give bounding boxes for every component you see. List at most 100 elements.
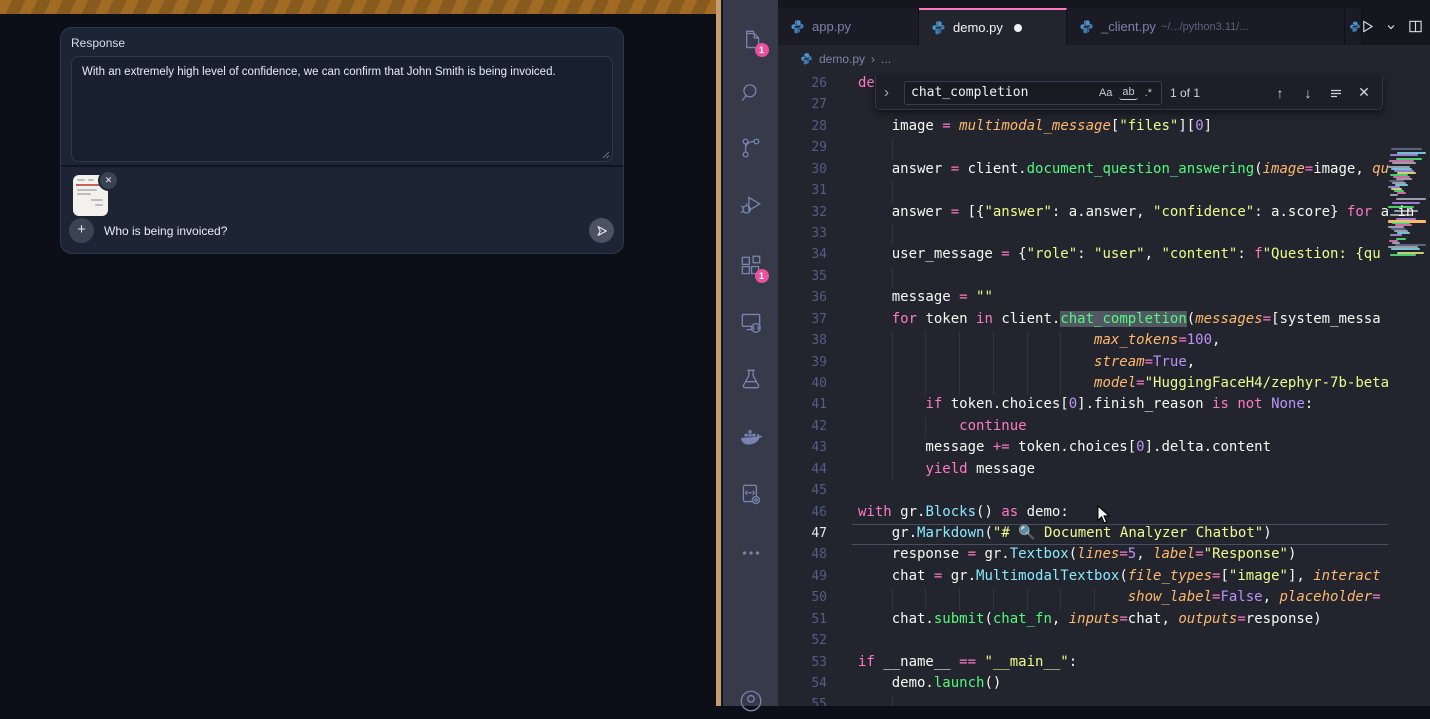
code-line[interactable]: 39 stream=True, — [778, 353, 1430, 374]
line-number[interactable]: 30 — [778, 162, 827, 177]
run-dropdown-button[interactable] — [1384, 16, 1398, 38]
code-line[interactable]: 45 — [778, 481, 1430, 502]
code-line[interactable]: 43 message += token.choices[0].delta.con… — [778, 438, 1430, 459]
line-number[interactable]: 48 — [778, 547, 827, 562]
code-text[interactable]: answer = [{"answer": a.answer, "confiden… — [858, 204, 1414, 220]
code-editor[interactable]: 26def chat_fn(multimodal_message):2728 i… — [778, 72, 1430, 706]
code-text[interactable]: if token.choices[0].finish_reason is not… — [858, 396, 1313, 412]
code-line[interactable]: 29 — [778, 138, 1430, 159]
code-text[interactable]: stream=True, — [858, 354, 1195, 370]
code-line[interactable]: 53 if __name__ == "__main__": — [778, 653, 1430, 674]
breadcrumb-more[interactable]: ... — [881, 52, 891, 66]
line-number[interactable]: 51 — [778, 612, 827, 627]
line-number[interactable]: 53 — [778, 655, 827, 670]
code-line[interactable]: 51 chat.submit(chat_fn, inputs=chat, out… — [778, 610, 1430, 631]
line-number[interactable]: 43 — [778, 440, 827, 455]
run-debug-icon[interactable] — [738, 192, 764, 218]
response-textbox[interactable]: With an extremely high level of confiden… — [71, 56, 613, 162]
code-line[interactable]: 38 max_tokens=100, — [778, 331, 1430, 352]
pane-divider-sash[interactable] — [716, 0, 723, 706]
code-line[interactable]: 49 chat = gr.MultimodalTextbox(file_type… — [778, 567, 1430, 588]
remove-attachment-button[interactable]: ✕ — [98, 170, 119, 191]
code-line[interactable]: 44 yield message — [778, 460, 1430, 481]
tab-demo-py[interactable]: demo.py — [919, 8, 1067, 45]
code-line[interactable]: 41 if token.choices[0].finish_reason is … — [778, 395, 1430, 416]
line-number[interactable]: 42 — [778, 419, 827, 434]
code-text[interactable]: with gr.Blocks() as demo: — [858, 504, 1069, 520]
code-line[interactable]: 33 — [778, 224, 1430, 245]
line-number[interactable]: 46 — [778, 505, 827, 520]
find-query[interactable]: chat_completion — [911, 85, 1092, 100]
remote-explorer-icon[interactable] — [738, 309, 764, 335]
find-previous-button[interactable]: ↑ — [1270, 83, 1290, 103]
line-number[interactable]: 41 — [778, 397, 827, 412]
container-tools-icon[interactable] — [738, 481, 764, 507]
regex-toggle[interactable]: .* — [1142, 86, 1155, 100]
account-icon[interactable] — [738, 688, 764, 714]
line-number[interactable]: 31 — [778, 183, 827, 198]
explorer-icon[interactable]: 1 — [738, 27, 764, 53]
code-line[interactable]: 52 — [778, 631, 1430, 652]
whole-word-toggle[interactable]: ab — [1119, 85, 1137, 100]
line-number[interactable]: 36 — [778, 290, 827, 305]
code-text[interactable]: chat.submit(chat_fn, inputs=chat, output… — [858, 611, 1322, 627]
code-line[interactable]: 31 — [778, 181, 1430, 202]
code-text[interactable]: continue — [858, 418, 1027, 434]
line-number[interactable]: 39 — [778, 355, 827, 370]
line-number[interactable]: 47 — [778, 526, 827, 541]
match-case-toggle[interactable]: Aa — [1096, 86, 1115, 100]
code-line[interactable]: 54 demo.launch() — [778, 674, 1430, 695]
code-line[interactable]: 28 image = multimodal_message["files"][0… — [778, 117, 1430, 138]
code-line[interactable]: 37 for token in client.chat_completion(m… — [778, 310, 1430, 331]
code-line[interactable]: 55 — [778, 695, 1430, 706]
resize-handle-icon[interactable] — [600, 149, 610, 159]
line-number[interactable]: 44 — [778, 462, 827, 477]
tab-client-py[interactable]: _client.py ~/.../python3.11/... — [1067, 8, 1345, 45]
line-number[interactable]: 45 — [778, 483, 827, 498]
code-text[interactable]: max_tokens=100, — [858, 332, 1220, 348]
line-number[interactable]: 32 — [778, 205, 827, 220]
code-text[interactable]: for token in client.chat_completion(mess… — [858, 311, 1381, 327]
code-text[interactable]: gr.Markdown("# 🔍 Document Analyzer Chatb… — [858, 525, 1272, 541]
line-number[interactable]: 52 — [778, 633, 827, 648]
breadcrumb[interactable]: demo.py › ... — [778, 45, 1430, 72]
line-number[interactable]: 35 — [778, 269, 827, 284]
code-line[interactable]: 30 answer = client.document_question_ans… — [778, 160, 1430, 181]
add-file-button[interactable]: + — [69, 218, 94, 243]
line-number[interactable]: 50 — [778, 590, 827, 605]
code-text[interactable]: yield message — [858, 461, 1035, 477]
line-number[interactable]: 34 — [778, 247, 827, 262]
line-number[interactable]: 26 — [778, 76, 827, 91]
code-text[interactable]: if __name__ == "__main__": — [858, 654, 1077, 670]
code-line[interactable]: 48 response = gr.Textbox(lines=5, label=… — [778, 545, 1430, 566]
docker-icon[interactable] — [738, 424, 764, 450]
code-text[interactable]: demo.launch() — [858, 675, 1001, 691]
line-number[interactable]: 37 — [778, 312, 827, 327]
line-number[interactable]: 28 — [778, 119, 827, 134]
send-button[interactable] — [589, 218, 614, 243]
line-number[interactable]: 40 — [778, 376, 827, 391]
code-text[interactable]: answer = client.document_question_answer… — [858, 161, 1389, 177]
code-line[interactable]: 40 model="HuggingFaceH4/zephyr-7b-beta — [778, 374, 1430, 395]
breadcrumb-file[interactable]: demo.py — [819, 52, 865, 66]
testing-flask-icon[interactable] — [738, 366, 764, 392]
source-control-icon[interactable] — [738, 135, 764, 161]
code-line[interactable]: 47 gr.Markdown("# 🔍 Document Analyzer Ch… — [778, 524, 1430, 545]
code-line[interactable]: 32 answer = [{"answer": a.answer, "confi… — [778, 203, 1430, 224]
find-in-selection-button[interactable] — [1326, 83, 1346, 103]
find-next-button[interactable]: ↓ — [1298, 83, 1318, 103]
code-line[interactable]: 34 user_message = {"role": "user", "cont… — [778, 245, 1430, 266]
line-number[interactable]: 27 — [778, 97, 827, 112]
split-editor-button[interactable] — [1404, 16, 1426, 38]
code-text[interactable]: show_label=False, placeholder= — [858, 589, 1381, 605]
code-text[interactable]: chat = gr.MultimodalTextbox(file_types=[… — [858, 568, 1381, 584]
code-text[interactable]: message += token.choices[0].delta.conten… — [858, 439, 1271, 455]
extensions-icon[interactable]: 1 — [738, 253, 764, 279]
search-icon[interactable] — [738, 80, 764, 106]
code-line[interactable]: 36 message = "" — [778, 288, 1430, 309]
line-number[interactable]: 33 — [778, 226, 827, 241]
code-text[interactable]: image = multimodal_message["files"][0] — [858, 118, 1212, 134]
code-line[interactable]: 42 continue — [778, 417, 1430, 438]
find-expand-chevron-icon[interactable]: › — [884, 84, 896, 101]
tab-app-py[interactable]: app.py — [778, 8, 919, 45]
